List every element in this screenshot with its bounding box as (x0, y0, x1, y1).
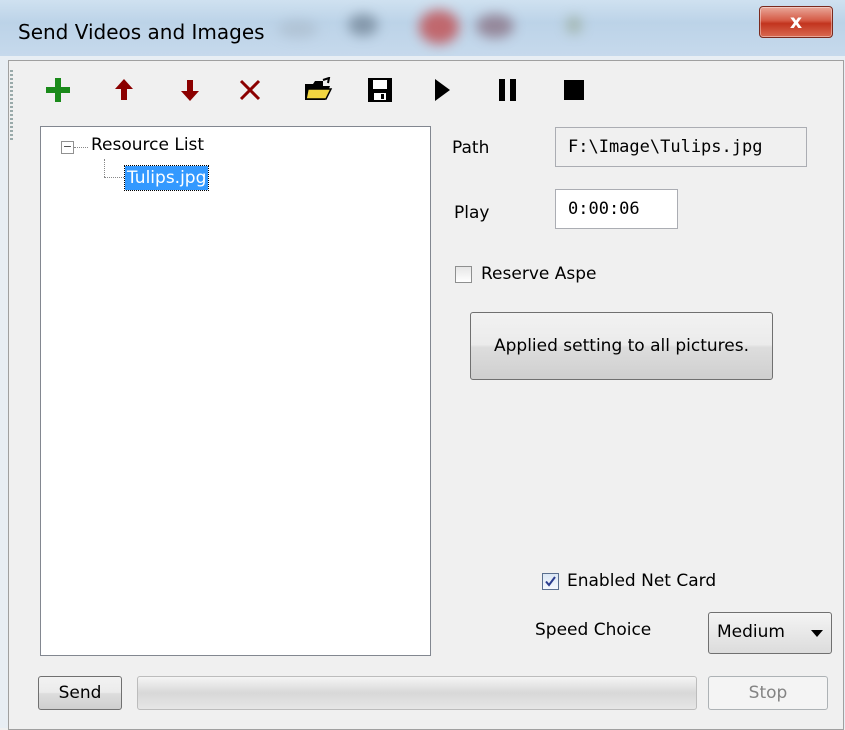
blurred-background (278, 20, 318, 38)
speed-choice-select[interactable]: Medium (708, 612, 832, 654)
apply-all-button[interactable]: Applied setting to all pictures. (470, 312, 773, 380)
cross-icon (239, 79, 261, 101)
save-button[interactable] (362, 72, 398, 108)
tree-connector (104, 159, 105, 177)
tree-connector (74, 147, 88, 148)
play-label: Play (454, 203, 490, 223)
blurred-background (566, 16, 582, 34)
open-button[interactable] (300, 72, 336, 108)
stop-icon (564, 80, 584, 100)
blurred-background (348, 14, 378, 36)
delete-button[interactable] (232, 72, 268, 108)
path-label: Path (452, 138, 490, 158)
tree-root-resource-list[interactable]: Resource List (91, 135, 204, 155)
stop-send-button[interactable]: Stop (708, 676, 828, 710)
reserve-aspect-label: Reserve Aspe (481, 264, 597, 284)
checkmark-icon (545, 576, 556, 587)
arrow-up-icon (115, 79, 133, 100)
send-progress-bar (137, 676, 697, 710)
play-icon (435, 79, 450, 101)
enabled-net-card-label: Enabled Net Card (567, 571, 717, 591)
arrow-down-icon (181, 80, 199, 101)
toolbar-grip[interactable] (10, 70, 13, 140)
blurred-background (476, 14, 514, 38)
resource-tree[interactable]: − Resource List Tulips.jpg (40, 126, 431, 656)
play-duration-field[interactable]: 0:00:06 (555, 189, 678, 229)
move-down-button[interactable] (172, 72, 208, 108)
chevron-down-icon (811, 630, 823, 637)
blurred-background (419, 10, 459, 44)
send-button[interactable]: Send (38, 676, 122, 710)
window-title: Send Videos and Images (18, 20, 265, 44)
enabled-net-card-checkbox[interactable] (542, 573, 559, 590)
open-folder-icon (305, 77, 333, 100)
floppy-disk-icon (368, 78, 392, 102)
speed-choice-value: Medium (717, 622, 785, 642)
speed-choice-label: Speed Choice (535, 620, 652, 640)
tree-item-tulips[interactable]: Tulips.jpg (123, 165, 210, 191)
pause-button[interactable] (490, 72, 526, 108)
tree-connector (104, 177, 124, 178)
title-bar[interactable]: Send Videos and Images x (0, 0, 845, 57)
reserve-aspect-checkbox[interactable] (455, 266, 472, 283)
stop-button[interactable] (556, 72, 592, 108)
plus-icon (46, 78, 70, 102)
collapse-toggle[interactable]: − (61, 141, 74, 154)
move-up-button[interactable] (106, 72, 142, 108)
play-button[interactable] (424, 72, 460, 108)
add-button[interactable] (40, 72, 76, 108)
close-button[interactable]: x (759, 6, 833, 38)
path-field[interactable]: F:\Image\Tulips.jpg (555, 127, 807, 167)
pause-icon (499, 79, 516, 101)
